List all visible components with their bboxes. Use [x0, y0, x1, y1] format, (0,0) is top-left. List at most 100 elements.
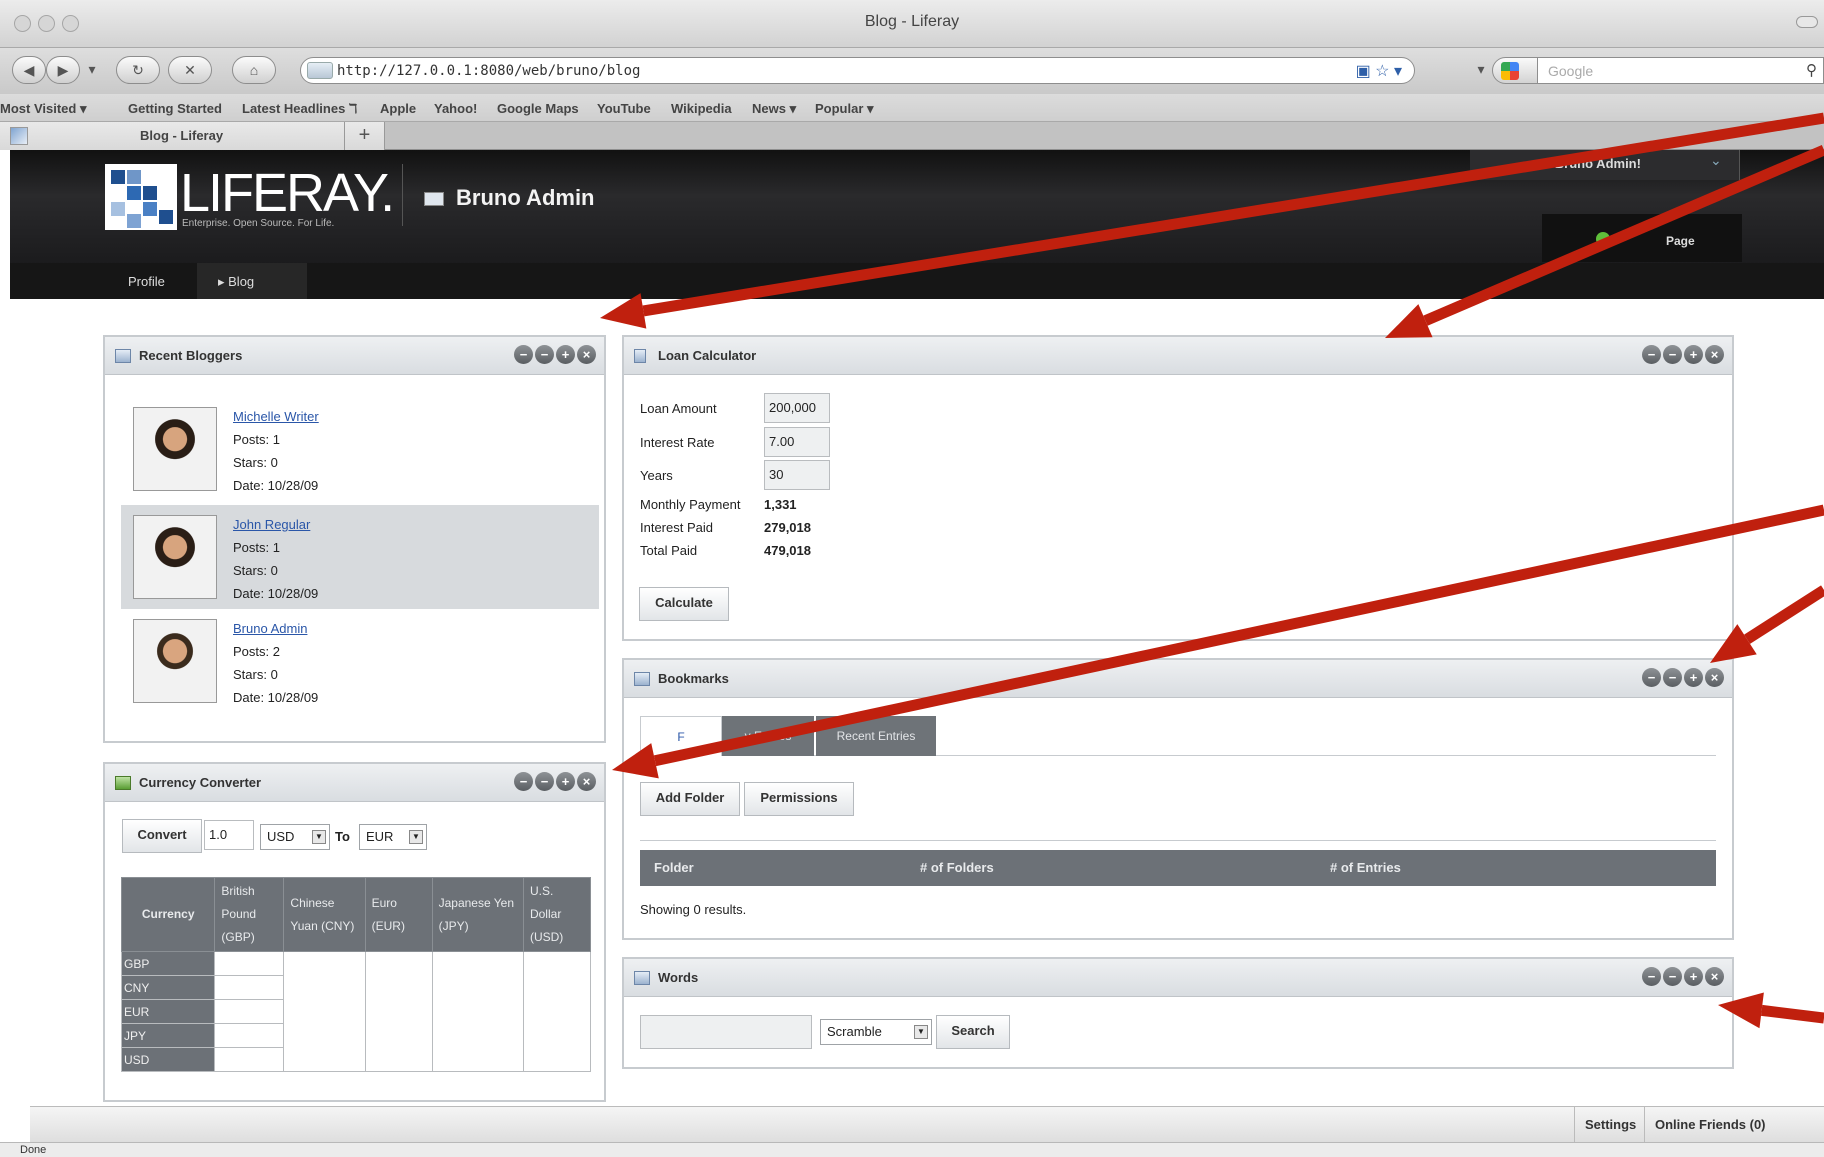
home-button[interactable]: ⌂ — [232, 56, 276, 84]
blogger-name-link[interactable]: John Regular — [233, 517, 310, 532]
magnifier-icon[interactable]: ⚲ — [1806, 61, 1817, 79]
close-icon[interactable]: × — [1705, 345, 1724, 364]
bookmark-youtube[interactable]: YouTube — [597, 101, 651, 116]
search-engine-dropdown-icon[interactable]: ▾ — [1474, 56, 1488, 84]
forward-button[interactable]: ▶ — [46, 56, 80, 84]
minimize-icon[interactable]: − — [1663, 345, 1682, 364]
minimize-icon[interactable]: − — [1663, 967, 1682, 986]
liferay-logo-icon[interactable] — [105, 164, 177, 230]
nav-item-blog[interactable]: ▸ Blog — [218, 274, 254, 290]
tab-folders[interactable]: F — [640, 716, 722, 756]
add-folder-button[interactable]: Add Folder — [640, 782, 740, 816]
bookmark-getting-started[interactable]: Getting Started — [128, 101, 222, 116]
site-identity-icon[interactable] — [307, 62, 333, 79]
portlet-titlebar[interactable]: Loan Calculator − − + × — [624, 337, 1732, 375]
add-page-button[interactable]: Page — [1542, 214, 1742, 262]
portlet-titlebar[interactable]: Words − − + × — [624, 959, 1732, 997]
bookmark-latest-headlines[interactable]: Latest Headlines ℸ — [242, 101, 357, 117]
words-mode-select[interactable]: Scramble ▼ — [820, 1019, 932, 1045]
maximize-icon[interactable]: + — [556, 345, 575, 364]
minimize-icon[interactable]: − — [535, 345, 554, 364]
loan-amount-input[interactable]: 200,000 — [764, 393, 830, 423]
column-folders-count[interactable]: # of Folders — [920, 860, 994, 875]
toolbar-toggle-icon[interactable] — [1796, 16, 1818, 28]
years-input[interactable]: 30 — [764, 460, 830, 490]
bookmark-google-maps[interactable]: Google Maps — [497, 101, 579, 116]
url-text[interactable]: http://127.0.0.1:8080/web/bruno/blog — [337, 63, 640, 79]
currency-icon — [115, 776, 131, 790]
amount-input[interactable]: 1.0 — [204, 820, 254, 850]
rate-cell — [214, 999, 285, 1024]
bookmark-news[interactable]: News ▾ — [752, 101, 796, 117]
table-header: Currency — [120, 877, 216, 952]
portlet-titlebar[interactable]: Recent Bloggers − − + × — [105, 337, 604, 375]
search-engine-button[interactable] — [1492, 57, 1538, 84]
online-friends-button[interactable]: Online Friends (0) — [1644, 1107, 1776, 1143]
search-button[interactable]: Search — [936, 1015, 1010, 1049]
tab-blog-liferay[interactable]: Blog - Liferay + — [0, 122, 385, 150]
settings-button[interactable]: Settings — [1574, 1107, 1646, 1143]
bookmark-apple[interactable]: Apple — [380, 101, 416, 116]
bookmark-wikipedia[interactable]: Wikipedia — [671, 101, 732, 116]
tab-recent-entries[interactable]: Recent Entries — [816, 716, 936, 756]
calculate-button[interactable]: Calculate — [639, 587, 729, 621]
maximize-icon[interactable]: + — [1684, 967, 1703, 986]
reload-button[interactable]: ↻ — [116, 56, 160, 84]
welcome-menu[interactable]: ne Bruno Admin! — [1470, 150, 1740, 180]
rate-cell — [214, 1023, 285, 1048]
permissions-button[interactable]: Permissions — [744, 782, 854, 816]
close-icon[interactable]: × — [1705, 967, 1724, 986]
configuration-icon[interactable]: − — [1642, 668, 1661, 687]
configuration-icon[interactable]: − — [1642, 345, 1661, 364]
close-icon[interactable]: × — [577, 345, 596, 364]
avatar[interactable] — [133, 619, 217, 703]
rate-cell — [214, 951, 285, 976]
maximize-icon[interactable]: + — [556, 772, 575, 791]
maximize-icon[interactable]: + — [1684, 345, 1703, 364]
currency-code: USD — [120, 1047, 216, 1072]
history-dropdown-icon[interactable]: ▾ — [84, 56, 100, 84]
column-entries-count[interactable]: # of Entries — [1330, 860, 1401, 875]
minimize-icon[interactable]: − — [535, 772, 554, 791]
results-count: Showing 0 results. — [640, 902, 747, 917]
new-tab-button[interactable]: + — [344, 122, 384, 150]
rate-cell — [214, 1047, 285, 1072]
header-divider — [402, 164, 403, 226]
bookmark-popular[interactable]: Popular ▾ — [815, 101, 874, 117]
liferay-favicon-icon — [10, 127, 28, 145]
close-icon[interactable]: × — [1705, 668, 1724, 687]
avatar[interactable] — [133, 407, 217, 491]
avatar[interactable] — [133, 515, 217, 599]
nav-item-profile[interactable]: Profile — [128, 274, 165, 289]
table-row: GBP — [120, 951, 592, 1072]
bookmark-most-visited[interactable]: Most Visited ▾ — [0, 101, 86, 117]
maximize-icon[interactable]: + — [1684, 668, 1703, 687]
bookmark-yahoo[interactable]: Yahoo! — [434, 101, 477, 116]
table-header: Euro (EUR) — [364, 877, 433, 952]
rss-star-icon[interactable]: ▣ ☆ ▾ — [1356, 61, 1402, 81]
words-input[interactable] — [640, 1015, 812, 1049]
portlet-titlebar[interactable]: Bookmarks − − + × — [624, 660, 1732, 698]
from-currency-select[interactable]: USD ▼ — [260, 824, 330, 850]
column-folder[interactable]: Folder — [654, 860, 694, 875]
configuration-icon[interactable]: − — [514, 772, 533, 791]
table-header: Japanese Yen (JPY) — [431, 877, 524, 952]
convert-button[interactable]: Convert — [122, 819, 202, 853]
back-button[interactable]: ◀ — [12, 56, 46, 84]
tab-my-entries[interactable]: y Entries — [722, 716, 814, 756]
blogger-name-link[interactable]: Michelle Writer — [233, 409, 319, 424]
configuration-icon[interactable]: − — [514, 345, 533, 364]
stop-button[interactable]: ✕ — [168, 56, 212, 84]
blogger-name-link[interactable]: Bruno Admin — [233, 621, 307, 636]
calculator-icon — [634, 349, 646, 363]
close-icon[interactable]: × — [577, 772, 596, 791]
minimize-icon[interactable]: − — [1663, 668, 1682, 687]
blogger-date: Date: 10/28/09 — [233, 586, 319, 601]
to-currency-select[interactable]: EUR ▼ — [359, 824, 427, 850]
dock-expand-icon[interactable]: ⌄ — [1710, 152, 1722, 169]
configuration-icon[interactable]: − — [1642, 967, 1661, 986]
interest-rate-input[interactable]: 7.00 — [764, 427, 830, 457]
web-search-input[interactable]: Google ⚲ — [1538, 57, 1824, 84]
url-bar[interactable]: http://127.0.0.1:8080/web/bruno/blog ▣ ☆… — [300, 57, 1415, 84]
portlet-titlebar[interactable]: Currency Converter − − + × — [105, 764, 604, 802]
